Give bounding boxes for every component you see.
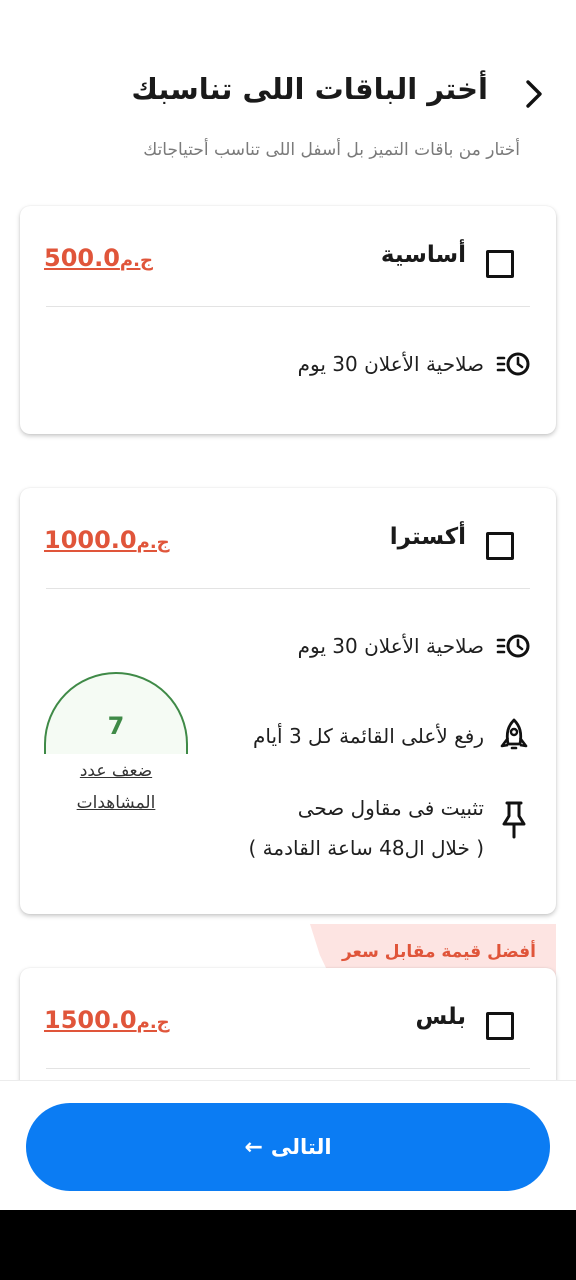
package-card-header: أكسترا 1000.0ج.م [20, 488, 556, 588]
feature-bump: رفع لأعلى القائمة كل 3 أيام [253, 718, 532, 754]
views-gauge: 7 [44, 672, 188, 754]
arrow-left-icon: ← [244, 1134, 263, 1160]
back-button[interactable] [516, 74, 552, 114]
price-value: 1500.0 [44, 1006, 137, 1034]
header: أختر الباقات اللى تناسبك [24, 64, 552, 120]
divider [46, 588, 530, 589]
price-value: 500.0 [44, 244, 120, 272]
price-value: 1000.0 [44, 526, 137, 554]
package-card-basic[interactable]: أساسية 500.0ج.م صلاحية الأعلان 30 يوم [20, 206, 556, 434]
next-button[interactable]: التالى ← [26, 1103, 550, 1191]
feature-validity: صلاحية الأعلان 30 يوم [298, 628, 532, 664]
price-currency: ج.م [119, 250, 153, 271]
package-card-header: بلس 1500.0ج.م [20, 968, 556, 1068]
feature-pin: تثبيت فى مقاول صحى ( خلال ال48 ساعة القا… [172, 796, 532, 876]
timer-icon [496, 346, 532, 382]
package-name: بلس [415, 1004, 466, 1030]
pin-icon [496, 800, 532, 840]
page-subtitle: أختار من باقات التميز بل أسفل اللى تناسب… [143, 140, 520, 160]
package-checkbox-plus[interactable] [486, 1012, 514, 1040]
price-currency: ج.م [136, 1012, 170, 1033]
package-price[interactable]: 500.0ج.م [44, 244, 153, 272]
badge-text: أفضل قيمة مقابل سعر [341, 942, 536, 962]
feature-validity: صلاحية الأعلان 30 يوم [298, 346, 532, 382]
system-nav-bar [0, 1210, 576, 1280]
divider [46, 306, 530, 307]
package-checkbox-extra[interactable] [486, 532, 514, 560]
package-card-extra[interactable]: أكسترا 1000.0ج.م صلاحية الأعلان 30 يوم ر… [20, 488, 556, 914]
next-button-label: التالى [270, 1135, 332, 1159]
views-multiplier: 7 [107, 712, 125, 740]
timer-icon [496, 628, 532, 664]
package-price[interactable]: 1000.0ج.م [44, 526, 170, 554]
bottom-bar: التالى ← [0, 1080, 576, 1210]
page-title: أختر الباقات اللى تناسبك [131, 72, 488, 106]
rocket-icon [496, 718, 532, 754]
package-checkbox-basic[interactable] [486, 250, 514, 278]
package-card-header: أساسية 500.0ج.م [20, 206, 556, 306]
divider [46, 1068, 530, 1069]
feature-text: تثبيت فى مقاول صحى [297, 796, 484, 820]
chevron-right-icon [526, 80, 542, 108]
feature-text: صلاحية الأعلان 30 يوم [297, 634, 484, 658]
views-label[interactable]: ضعف عدد [44, 754, 188, 788]
views-label[interactable]: المشاهدات [44, 786, 188, 820]
feature-subtext: ( خلال ال48 ساعة القادمة ) [248, 836, 484, 860]
package-name: أكسترا [389, 524, 466, 550]
price-currency: ج.م [136, 532, 170, 553]
package-price[interactable]: 1500.0ج.م [44, 1006, 170, 1034]
feature-text: رفع لأعلى القائمة كل 3 أيام [252, 724, 484, 748]
package-name: أساسية [380, 242, 466, 268]
feature-text: صلاحية الأعلان 30 يوم [297, 352, 484, 376]
